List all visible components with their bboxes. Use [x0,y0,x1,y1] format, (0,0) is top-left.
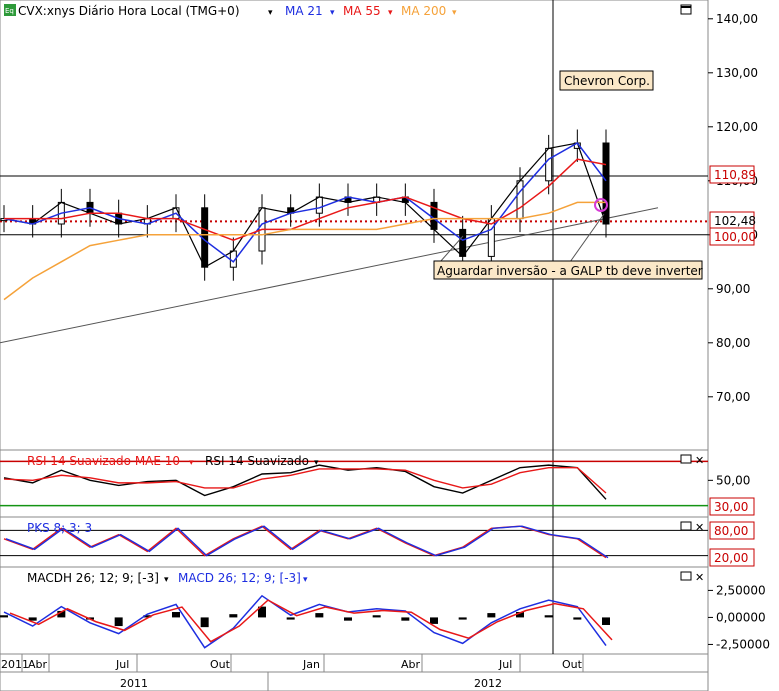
macd-axis-label: 2,50000 [716,583,766,597]
rsi-title2[interactable]: RSI 14 Suavizado [205,454,309,468]
year-label: 2011 [120,677,148,690]
month-label: Jan [302,658,320,671]
pks-panel[interactable] [0,516,709,568]
ma21-label[interactable]: MA 21 [285,4,323,18]
macd-histogram-bar[interactable] [458,617,467,620]
candle-body[interactable] [516,180,524,220]
macd-histogram-bar[interactable] [573,617,582,620]
macd-histogram-bar[interactable] [229,614,238,618]
price-axis-label: 140,00 [716,12,758,26]
title-dropdown-icon[interactable]: ▾ [268,8,273,18]
candle-body[interactable] [315,196,323,214]
rsi-maximize-icon[interactable] [680,454,692,464]
candle-body[interactable] [459,228,467,257]
pks-maximize-icon[interactable] [680,521,692,531]
price-axis-label: 80,00 [716,336,750,350]
rsi-tag-text: 30,00 [714,500,748,514]
macd-dropdown-icon[interactable]: ▾ [303,575,308,585]
rsi-close-icon[interactable]: ✕ [695,454,704,467]
price-axis-label: 70,00 [716,390,750,404]
chart-title[interactable]: CVX:xnys Diário Hora Local (TMG+0) [18,4,240,18]
pks-close-icon[interactable]: ✕ [695,521,704,534]
macd-axis-label: -2,50000 [716,637,770,651]
macdh-title[interactable]: MACDH 26; 12; 9; [-3] [27,571,159,585]
pks-title[interactable]: PKS 8; 3; 3 [27,521,92,535]
equity-icon-label: Eq [5,7,14,15]
price-tag-110-text: 110,89 [714,168,756,182]
candle-body[interactable] [545,147,553,182]
month-label: Out [210,658,231,671]
macdh-dropdown-icon[interactable]: ▾ [164,575,169,585]
company-label: Chevron Corp. [564,74,650,88]
price-panel[interactable] [0,0,709,451]
year-label: 2012 [474,677,502,690]
price-axis-label: 130,00 [716,66,758,80]
macd-histogram-bar[interactable] [401,617,410,621]
price-axis-label: 120,00 [716,120,758,134]
pks-tag-lo-text: 20,00 [714,551,748,565]
month-label: Jul [115,658,129,671]
month-label: 2011 [1,658,29,671]
macd-axis-label: 0,00000 [716,610,766,624]
annotation-text: Aguardar inversão - a GALP tb deve inver… [437,264,703,278]
macd-histogram-bar[interactable] [544,615,553,618]
company-label-box: Chevron Corp. [559,70,654,91]
rsi-dropdown-icon[interactable]: ▾ [189,458,194,468]
ma55-label[interactable]: MA 55 [343,4,381,18]
macd-histogram-bar[interactable] [372,615,381,618]
macd-histogram-bar[interactable] [114,617,123,627]
macd-histogram-bar[interactable] [315,613,324,618]
macd-histogram-bar[interactable] [487,613,496,618]
pks-tag-hi-text: 80,00 [714,524,748,538]
macd-maximize-icon[interactable] [680,571,692,581]
rsi-axis-label: 50,00 [716,473,750,487]
ma200-dropdown-icon[interactable]: ▾ [452,8,457,18]
macd-histogram-bar[interactable] [344,617,352,621]
ma200-label[interactable]: MA 200 [401,4,446,18]
macd-close-icon[interactable]: ✕ [695,571,704,584]
month-label: Jul [498,658,512,671]
rsi-title[interactable]: RSI 14 Suavizado MAE 10 [27,454,180,468]
ma21-dropdown-icon[interactable]: ▾ [330,8,335,18]
macd-histogram-bar[interactable] [430,617,438,624]
price-tags: 110,89 102,48 100,00 [709,165,756,246]
macd-histogram-bar[interactable] [0,615,8,618]
price-axis-label: 90,00 [716,282,750,296]
price-tag-last-text: 102,48 [714,214,756,228]
macd-histogram-bar[interactable] [602,617,610,625]
price-tag-100-text: 100,00 [714,230,756,244]
month-label: Abr [28,658,48,671]
rsi-title2-dropdown-icon[interactable]: ▾ [314,458,319,468]
macd-title[interactable]: MACD 26; 12; 9; [-3] [178,571,301,585]
month-label: Out [562,658,583,671]
macd-histogram-bar[interactable] [286,617,295,620]
ma55-dropdown-icon[interactable]: ▾ [388,8,393,18]
month-label: Abr [401,658,421,671]
chart-canvas: 140,00130,00120,00110,00100,0090,0080,00… [0,0,770,691]
chart-frame [0,0,709,691]
macd-histogram-bar[interactable] [200,617,209,628]
candle-body[interactable] [602,142,610,225]
macd-histogram-bar[interactable] [172,612,180,618]
